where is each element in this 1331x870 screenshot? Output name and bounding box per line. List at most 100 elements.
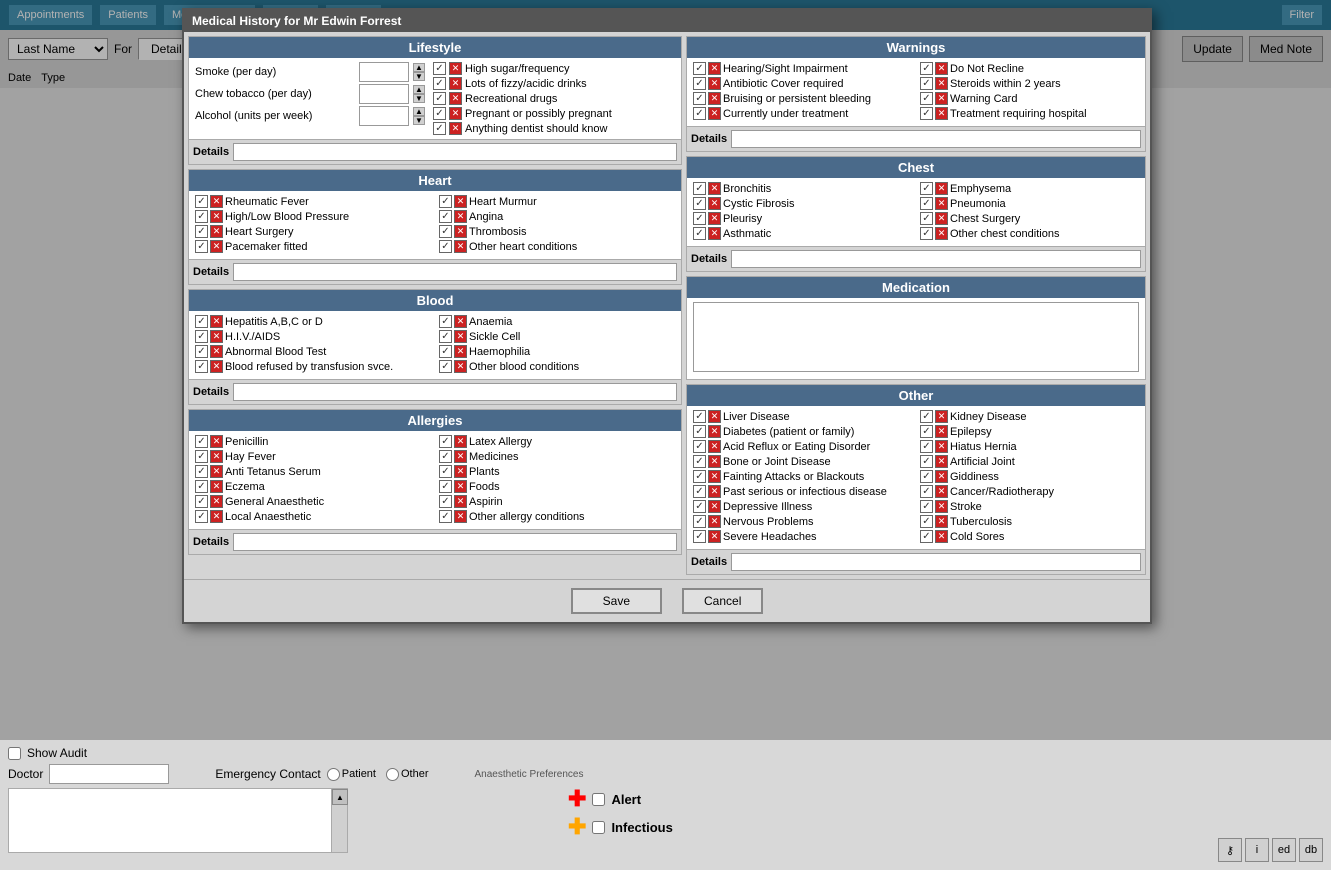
other-rcb-3[interactable] (920, 455, 933, 468)
lifestyle-cbx-4[interactable] (449, 122, 462, 135)
chest-rcbx-3[interactable] (935, 227, 948, 240)
other-lcb-3[interactable] (693, 455, 706, 468)
allergy-rcbx-4[interactable] (454, 495, 467, 508)
chest-rcb-0[interactable] (920, 182, 933, 195)
smoke-input[interactable] (359, 62, 409, 82)
warning-rcbx-1[interactable] (935, 77, 948, 90)
warning-lcb-3[interactable] (693, 107, 706, 120)
warning-rcbx-2[interactable] (935, 92, 948, 105)
blood-rcb-0[interactable] (439, 315, 452, 328)
other-lcb-7[interactable] (693, 515, 706, 528)
lifestyle-cb-1[interactable] (433, 77, 446, 90)
blood-rcbx-1[interactable] (454, 330, 467, 343)
other-rcb-7[interactable] (920, 515, 933, 528)
other-rcbx-5[interactable] (935, 485, 948, 498)
allergy-rcbx-1[interactable] (454, 450, 467, 463)
chest-lcb-1[interactable] (693, 197, 706, 210)
blood-rcbx-0[interactable] (454, 315, 467, 328)
warning-rcb-1[interactable] (920, 77, 933, 90)
blood-lcb-1[interactable] (195, 330, 208, 343)
doctor-input[interactable] (49, 764, 169, 784)
cancel-button[interactable]: Cancel (682, 588, 763, 614)
allergy-lcbx-0[interactable] (210, 435, 223, 448)
allergy-lcbx-1[interactable] (210, 450, 223, 463)
warning-rcb-2[interactable] (920, 92, 933, 105)
heart-rcbx-2[interactable] (454, 225, 467, 238)
allergy-lcbx-2[interactable] (210, 465, 223, 478)
save-button[interactable]: Save (571, 588, 662, 614)
allergy-lcb-5[interactable] (195, 510, 208, 523)
heart-rcb-1[interactable] (439, 210, 452, 223)
heart-lcb-2[interactable] (195, 225, 208, 238)
medication-textarea[interactable] (693, 302, 1139, 372)
allergy-lcb-2[interactable] (195, 465, 208, 478)
other-rcbx-1[interactable] (935, 425, 948, 438)
blood-lcbx-0[interactable] (210, 315, 223, 328)
lifestyle-cb-0[interactable] (433, 62, 446, 75)
blood-lcbx-3[interactable] (210, 360, 223, 373)
heart-rcb-3[interactable] (439, 240, 452, 253)
other-lcbx-2[interactable] (708, 440, 721, 453)
allergy-rcbx-0[interactable] (454, 435, 467, 448)
allergy-lcbx-4[interactable] (210, 495, 223, 508)
chest-rcbx-0[interactable] (935, 182, 948, 195)
warning-rcbx-0[interactable] (935, 62, 948, 75)
heart-lcb-1[interactable] (195, 210, 208, 223)
key-icon-button[interactable]: ⚷ (1218, 838, 1242, 862)
blood-lcb-3[interactable] (195, 360, 208, 373)
other-lcb-0[interactable] (693, 410, 706, 423)
allergy-lcb-1[interactable] (195, 450, 208, 463)
notes-textarea[interactable] (9, 789, 347, 852)
warning-lcbx-1[interactable] (708, 77, 721, 90)
blood-rcbx-3[interactable] (454, 360, 467, 373)
allergy-rcb-2[interactable] (439, 465, 452, 478)
chest-lcbx-3[interactable] (708, 227, 721, 240)
allergy-lcbx-3[interactable] (210, 480, 223, 493)
heart-lcb-0[interactable] (195, 195, 208, 208)
smoke-up[interactable]: ▲ (413, 63, 425, 72)
blood-lcbx-1[interactable] (210, 330, 223, 343)
chest-lcbx-2[interactable] (708, 212, 721, 225)
other-rcb-6[interactable] (920, 500, 933, 513)
blood-lcbx-2[interactable] (210, 345, 223, 358)
heart-lcbx-1[interactable] (210, 210, 223, 223)
lifestyle-cbx-1[interactable] (449, 77, 462, 90)
lifestyle-cbx-3[interactable] (449, 107, 462, 120)
allergy-lcb-3[interactable] (195, 480, 208, 493)
patient-radio[interactable] (327, 768, 340, 781)
allergy-rcb-4[interactable] (439, 495, 452, 508)
heart-lcbx-0[interactable] (210, 195, 223, 208)
alcohol-up[interactable]: ▲ (413, 107, 425, 116)
allergy-rcb-1[interactable] (439, 450, 452, 463)
warning-lcbx-0[interactable] (708, 62, 721, 75)
allergy-rcbx-2[interactable] (454, 465, 467, 478)
other-lcbx-1[interactable] (708, 425, 721, 438)
allergy-rcb-5[interactable] (439, 510, 452, 523)
other-lcb-5[interactable] (693, 485, 706, 498)
lifestyle-cb-4[interactable] (433, 122, 446, 135)
other-lcbx-0[interactable] (708, 410, 721, 423)
warning-lcbx-3[interactable] (708, 107, 721, 120)
chest-lcbx-0[interactable] (708, 182, 721, 195)
lifestyle-cbx-0[interactable] (449, 62, 462, 75)
chest-rcb-3[interactable] (920, 227, 933, 240)
chew-down[interactable]: ▼ (413, 94, 425, 103)
lifestyle-cbx-2[interactable] (449, 92, 462, 105)
other-rcb-4[interactable] (920, 470, 933, 483)
show-audit-checkbox[interactable] (8, 747, 21, 760)
other-radio[interactable] (386, 768, 399, 781)
other-lcb-1[interactable] (693, 425, 706, 438)
warning-rcbx-3[interactable] (935, 107, 948, 120)
lifestyle-cb-2[interactable] (433, 92, 446, 105)
other-lcb-4[interactable] (693, 470, 706, 483)
other-lcbx-4[interactable] (708, 470, 721, 483)
db-icon-button[interactable]: db (1299, 838, 1323, 862)
chest-details-input[interactable] (731, 250, 1141, 268)
other-lcb-8[interactable] (693, 530, 706, 543)
notes-scroll-up[interactable]: ▲ (332, 789, 348, 805)
blood-rcb-3[interactable] (439, 360, 452, 373)
smoke-down[interactable]: ▼ (413, 72, 425, 81)
lifestyle-details-input[interactable] (233, 143, 677, 161)
allergy-lcb-4[interactable] (195, 495, 208, 508)
other-rcb-0[interactable] (920, 410, 933, 423)
